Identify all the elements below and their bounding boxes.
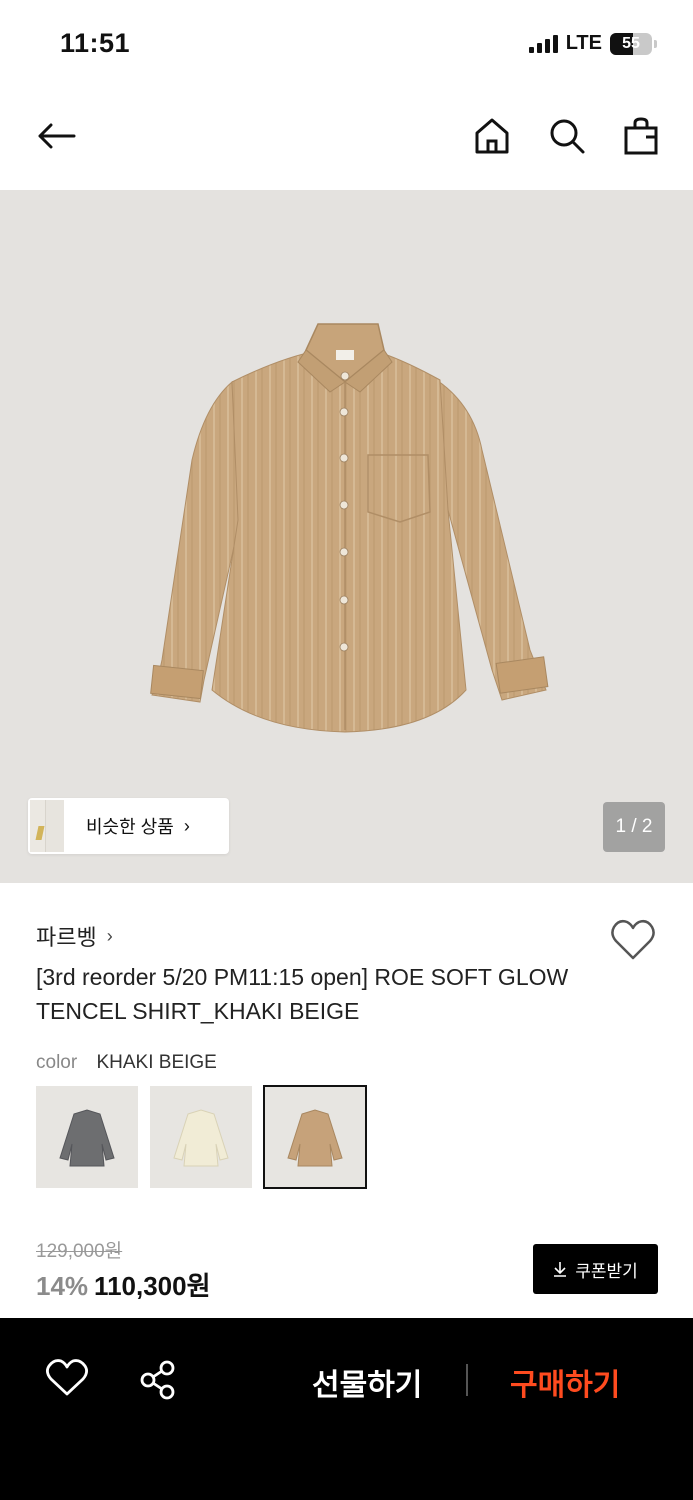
bottom-action-bar: 선물하기 구매하기 <box>0 1318 693 1500</box>
home-button[interactable] <box>466 110 518 162</box>
image-page-counter: 1 / 2 <box>603 802 665 852</box>
status-bar: 11:51 LTE 55 <box>0 0 693 90</box>
heart-icon <box>46 1359 88 1396</box>
wishlist-button[interactable] <box>610 918 656 962</box>
similar-products-label: 비슷한 상품 <box>86 817 174 837</box>
swatch-charcoal[interactable] <box>36 1086 138 1188</box>
product-title: [3rd reorder 5/20 PM11:15 open] ROE SOFT… <box>36 964 569 1024</box>
status-time: 11:51 <box>60 28 131 58</box>
battery-tip <box>654 39 657 48</box>
shopping-bag-button[interactable] <box>615 110 667 162</box>
gift-button[interactable]: 선물하기 <box>312 1360 422 1404</box>
share-button[interactable] <box>136 1358 180 1402</box>
shopping-bag-icon <box>624 117 658 155</box>
coupon-button[interactable]: 쿠폰받기 <box>533 1244 658 1294</box>
shirt-thumbnail <box>287 1109 343 1167</box>
color-label: color <box>36 1052 78 1073</box>
share-icon <box>140 1360 175 1400</box>
brand-link[interactable]: 파르벵 › <box>36 920 113 952</box>
similar-products-button[interactable]: 비슷한 상품 › <box>28 798 229 854</box>
heart-icon <box>611 919 655 960</box>
search-button[interactable] <box>541 110 593 162</box>
divider <box>466 1364 468 1396</box>
original-price: 129,000원 <box>36 1241 123 1262</box>
chevron-right-icon: › <box>183 815 190 836</box>
color-swatches <box>36 1085 367 1189</box>
color-selector-label: color KHAKI BEIGE <box>36 1052 217 1074</box>
shirt-thumbnail <box>173 1109 229 1167</box>
shirt-image <box>150 323 549 733</box>
sale-price: 110,300원 <box>94 1271 211 1301</box>
buy-button[interactable]: 구매하기 <box>510 1360 620 1404</box>
brand-name: 파르벵 <box>36 925 97 950</box>
download-icon <box>554 1262 567 1277</box>
swatch-cream[interactable] <box>150 1086 252 1188</box>
price-row: 14% 110,300원 <box>36 1266 211 1303</box>
shirt-thumbnail <box>59 1109 115 1167</box>
battery-level: 55 <box>622 34 640 52</box>
like-button[interactable] <box>45 1358 89 1402</box>
swatch-khaki-beige[interactable] <box>263 1085 367 1189</box>
top-nav <box>0 96 693 180</box>
product-image[interactable]: 비슷한 상품 › 1 / 2 <box>0 190 693 883</box>
status-indicators: LTE 55 <box>528 32 657 55</box>
network-type: LTE <box>565 32 602 54</box>
similar-products-thumbnails <box>28 798 68 854</box>
search-icon <box>550 119 585 154</box>
signal-icon <box>528 34 558 53</box>
selected-color: KHAKI BEIGE <box>96 1052 217 1073</box>
chevron-right-icon: › <box>106 925 113 946</box>
battery-icon: 55 <box>610 32 652 55</box>
coupon-label: 쿠폰받기 <box>575 1261 638 1281</box>
back-button[interactable] <box>30 110 82 162</box>
home-icon <box>475 118 509 154</box>
discount-rate: 14% <box>36 1271 89 1301</box>
arrow-left-icon <box>38 123 76 149</box>
